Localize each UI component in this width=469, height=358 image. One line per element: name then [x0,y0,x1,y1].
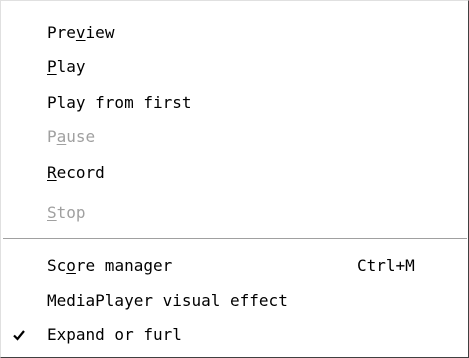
menu-item-label: Preview [47,23,115,42]
menu-item-play-from-first[interactable]: Play from first [1,88,468,118]
menu-item-expand-or-furl[interactable]: Expand or furl [1,320,468,350]
context-menu: Preview Play Play from first Pause Recor… [0,0,469,358]
menu-item-mediaplayer-visual-effect[interactable]: MediaPlayer visual effect [1,286,468,316]
menu-item-label: Pause [47,127,96,146]
menu-item-play[interactable]: Play [1,52,468,82]
menu-item-label: Score manager [47,256,173,275]
menu-item-pause: Pause [1,122,468,152]
menu-item-stop: Stop [1,198,468,228]
menu-item-label: Stop [47,203,86,222]
menu-item-label: Record [47,163,105,182]
menu-item-label: Expand or furl [47,325,182,344]
menu-item-record[interactable]: Record [1,158,468,188]
menu-item-label: Play from first [47,93,192,112]
menu-item-shortcut: Ctrl+M [357,256,415,275]
menu-separator [3,238,467,240]
menu-item-label: Play [47,57,86,76]
checkmark-icon [13,320,31,350]
menu-item-label: MediaPlayer visual effect [47,291,288,310]
menu-item-score-manager[interactable]: Score manager Ctrl+M [1,251,468,281]
menu-item-preview[interactable]: Preview [1,18,468,48]
